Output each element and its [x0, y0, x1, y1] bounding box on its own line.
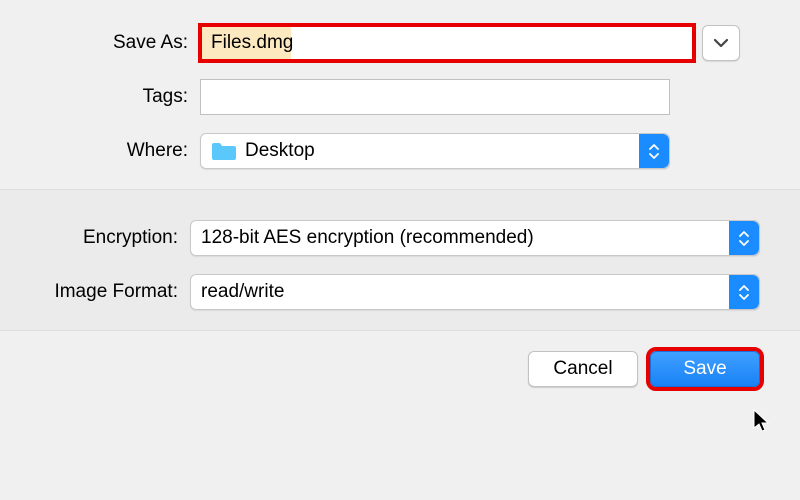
image-format-value: read/write: [201, 281, 729, 303]
chevron-down-icon: [713, 38, 729, 48]
options-section: Encryption: 128-bit AES encryption (reco…: [0, 189, 800, 331]
where-label: Where:: [60, 140, 200, 162]
save-as-row: Save As:: [60, 25, 740, 61]
cursor-pointer-icon: [752, 408, 772, 434]
select-arrows-icon: [729, 221, 759, 255]
save-as-input[interactable]: [200, 25, 694, 61]
tags-control: [200, 79, 670, 115]
where-row: Where: Desktop: [60, 133, 740, 169]
encryption-control: 128-bit AES encryption (recommended): [190, 220, 760, 256]
action-buttons: Cancel Save: [0, 331, 800, 407]
select-arrows-icon: [639, 134, 669, 168]
image-format-select[interactable]: read/write: [190, 274, 760, 310]
image-format-control: read/write: [190, 274, 760, 310]
encryption-value: 128-bit AES encryption (recommended): [201, 227, 729, 249]
tags-row: Tags:: [60, 79, 740, 115]
save-dialog: Save As: Tags: Where: Desktop: [0, 0, 800, 407]
tags-input[interactable]: [200, 79, 670, 115]
save-as-label: Save As:: [60, 32, 200, 54]
image-format-row: Image Format: read/write: [40, 274, 760, 310]
encryption-row: Encryption: 128-bit AES encryption (reco…: [40, 220, 760, 256]
select-arrows-icon: [729, 275, 759, 309]
save-button[interactable]: Save: [650, 351, 760, 387]
where-value: Desktop: [245, 140, 639, 162]
encryption-label: Encryption:: [40, 227, 190, 249]
top-section: Save As: Tags: Where: Desktop: [0, 0, 800, 189]
encryption-select[interactable]: 128-bit AES encryption (recommended): [190, 220, 760, 256]
tags-label: Tags:: [60, 86, 200, 108]
image-format-label: Image Format:: [40, 281, 190, 303]
save-as-control: [200, 25, 740, 61]
expand-location-button[interactable]: [702, 25, 740, 61]
where-control: Desktop: [200, 133, 670, 169]
cancel-button[interactable]: Cancel: [528, 351, 638, 387]
folder-icon: [211, 141, 237, 161]
where-select[interactable]: Desktop: [200, 133, 670, 169]
